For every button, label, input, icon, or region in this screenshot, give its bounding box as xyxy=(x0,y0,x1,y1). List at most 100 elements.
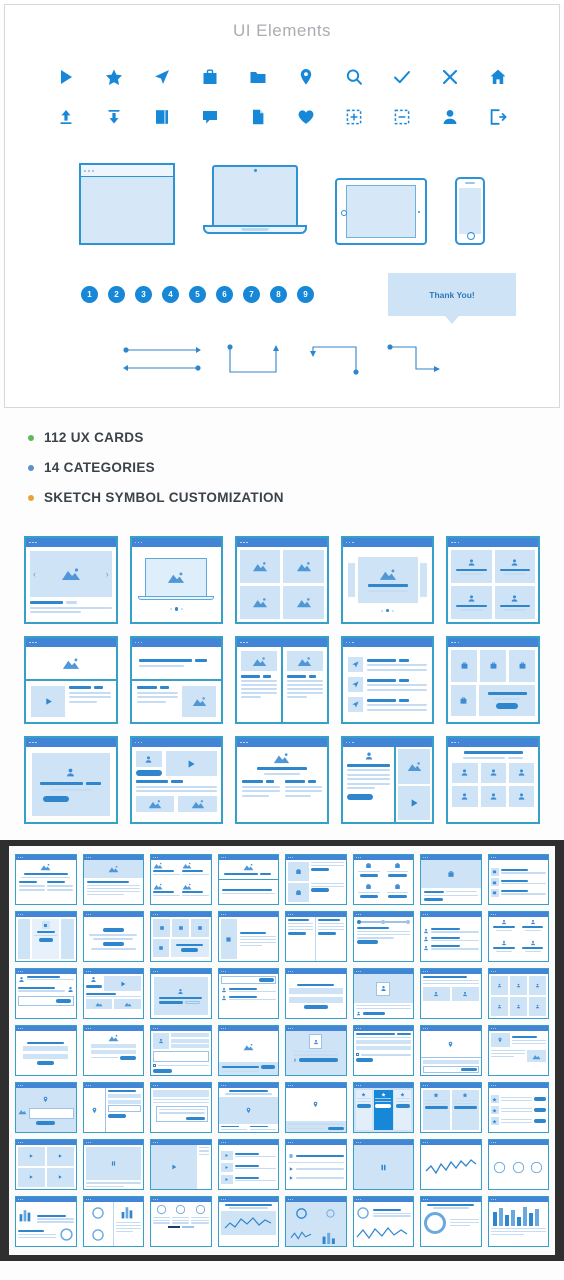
download-icon[interactable] xyxy=(100,103,128,131)
mini-card-waveform-graph[interactable] xyxy=(420,1139,482,1190)
mini-card-hero-two-col[interactable] xyxy=(15,854,77,905)
mini-card-image-text-button[interactable] xyxy=(82,1025,144,1076)
pagination-item[interactable]: 9 xyxy=(297,286,314,303)
mini-card-bar-chart-dashboard[interactable] xyxy=(487,1196,549,1247)
media-video[interactable] xyxy=(398,785,431,820)
action-button[interactable] xyxy=(346,793,373,800)
card-profile-video-gallery[interactable] xyxy=(129,736,224,824)
mini-card-icon-list-rows[interactable] xyxy=(487,854,549,905)
mini-card-centered-profile[interactable] xyxy=(150,968,212,1019)
mini-card-profile-rows[interactable] xyxy=(420,911,482,962)
mini-card-sidebar-text[interactable] xyxy=(217,911,279,962)
card-team-quad-profiles[interactable] xyxy=(446,536,540,624)
document-icon[interactable] xyxy=(244,103,272,131)
mini-card-list-two-rows[interactable] xyxy=(285,854,347,905)
mini-card-donuts-bars[interactable] xyxy=(82,1196,144,1247)
mini-card-icon-quad-buttons[interactable] xyxy=(352,854,414,905)
remove-selection-icon[interactable] xyxy=(388,103,416,131)
briefcase-icon[interactable] xyxy=(196,63,224,91)
pagination-item[interactable]: 8 xyxy=(270,286,287,303)
mini-card-map-pin-image[interactable] xyxy=(487,1025,549,1076)
mini-card-donut-line-stats[interactable] xyxy=(352,1196,414,1247)
close-icon[interactable] xyxy=(436,63,464,91)
card-icon-feed-list[interactable] xyxy=(340,636,435,724)
mini-card-pricing-featured[interactable] xyxy=(352,1082,414,1133)
folder-icon[interactable] xyxy=(244,63,272,91)
mini-card-three-donuts-table[interactable] xyxy=(150,1196,212,1247)
pagination-item[interactable]: 5 xyxy=(189,286,206,303)
mini-card-big-donut-stats[interactable] xyxy=(420,1196,482,1247)
card-image-quad-grid[interactable] xyxy=(235,536,329,624)
navigation-arrow-icon[interactable] xyxy=(148,63,176,91)
search-bar-area[interactable] xyxy=(131,647,222,681)
mini-card-bar-chart-donut[interactable] xyxy=(15,1196,77,1247)
map-pin-icon[interactable] xyxy=(292,63,320,91)
user-icon[interactable] xyxy=(436,103,464,131)
slider-dots[interactable] xyxy=(169,607,184,611)
modal-dialog[interactable] xyxy=(156,1106,208,1122)
mini-card-playlist-rows[interactable] xyxy=(217,1139,279,1190)
mini-card-profile-six-grid[interactable] xyxy=(487,968,549,1019)
mini-card-hero-divider[interactable] xyxy=(217,854,279,905)
chat-bubble-icon[interactable] xyxy=(196,103,224,131)
mini-card-pin-sidebar-form[interactable] xyxy=(82,1082,144,1133)
mini-card-audio-progress[interactable] xyxy=(285,1139,347,1190)
mini-card-player-pause[interactable] xyxy=(82,1139,144,1190)
mini-card-profile-card-center[interactable] xyxy=(285,1025,347,1076)
mini-card-player-large[interactable] xyxy=(352,1139,414,1190)
mini-card-modal-overlay[interactable] xyxy=(150,1082,212,1133)
pagination-item[interactable]: 2 xyxy=(108,286,125,303)
primary-button[interactable] xyxy=(42,796,69,802)
mini-card-star-rating-list[interactable] xyxy=(487,1082,549,1133)
mini-card-icon-sidebar-form[interactable] xyxy=(150,1025,212,1076)
card-profile-sidebar-media[interactable] xyxy=(340,736,435,824)
cta-button[interactable] xyxy=(496,703,519,710)
secondary-button[interactable] xyxy=(72,796,99,802)
card-search-text-image[interactable] xyxy=(129,636,224,724)
mini-card-pricing-two-col[interactable] xyxy=(420,1082,482,1133)
slider-dots[interactable] xyxy=(380,608,395,613)
mini-card-pin-search-result[interactable] xyxy=(285,1082,347,1133)
mini-card-three-col-feature[interactable] xyxy=(15,911,77,962)
pagination-item[interactable]: 1 xyxy=(81,286,98,303)
mini-card-centered-form[interactable] xyxy=(82,911,144,962)
upload-icon[interactable] xyxy=(52,103,80,131)
search-icon[interactable] xyxy=(340,63,368,91)
mini-card-map-pin-hero[interactable] xyxy=(217,1082,279,1133)
mini-card-profile-comment[interactable] xyxy=(15,968,77,1019)
pagination-item[interactable]: 3 xyxy=(135,286,152,303)
logout-icon[interactable] xyxy=(484,103,512,131)
card-hero-image-video-list[interactable] xyxy=(24,636,118,724)
video-thumbnail[interactable] xyxy=(31,686,65,717)
mini-card-text-blocks[interactable] xyxy=(352,1025,414,1076)
mini-card-image-search-bar[interactable] xyxy=(217,1025,279,1076)
heart-icon[interactable] xyxy=(292,103,320,131)
mini-card-image-quad[interactable] xyxy=(150,854,212,905)
pagination-item[interactable]: 4 xyxy=(162,286,179,303)
card-image-carousel[interactable]: ‹ › xyxy=(24,536,118,624)
card-two-column-article[interactable] xyxy=(235,636,329,724)
mini-card-profile-quad[interactable] xyxy=(487,911,549,962)
play-icon[interactable] xyxy=(52,63,80,91)
card-article-image-columns[interactable] xyxy=(235,736,329,824)
card-login-form[interactable] xyxy=(24,736,118,824)
video-player[interactable] xyxy=(165,751,218,776)
card-centered-hero-slider[interactable] xyxy=(340,536,435,624)
card-product-icon-grid[interactable] xyxy=(446,636,540,724)
mini-card-icon-three-grid[interactable] xyxy=(150,911,212,962)
mini-card-player-center[interactable] xyxy=(150,1139,212,1190)
mini-card-profile-banner[interactable] xyxy=(352,968,414,1019)
mini-card-map-pin-gallery[interactable] xyxy=(15,1082,77,1133)
mini-card-map-pin-form[interactable] xyxy=(420,1025,482,1076)
mini-card-search-profiles[interactable] xyxy=(217,968,279,1019)
mini-card-form-stack[interactable] xyxy=(285,968,347,1019)
home-icon[interactable] xyxy=(484,63,512,91)
star-icon[interactable] xyxy=(100,63,128,91)
mini-card-three-circles[interactable] xyxy=(487,1139,549,1190)
mini-card-video-two-up[interactable] xyxy=(15,1139,77,1190)
carousel-next-icon[interactable]: › xyxy=(106,569,109,579)
mini-card-line-chart-panel[interactable] xyxy=(217,1196,279,1247)
check-icon[interactable] xyxy=(388,63,416,91)
mini-card-icon-center-text[interactable] xyxy=(420,854,482,905)
add-selection-icon[interactable] xyxy=(340,103,368,131)
